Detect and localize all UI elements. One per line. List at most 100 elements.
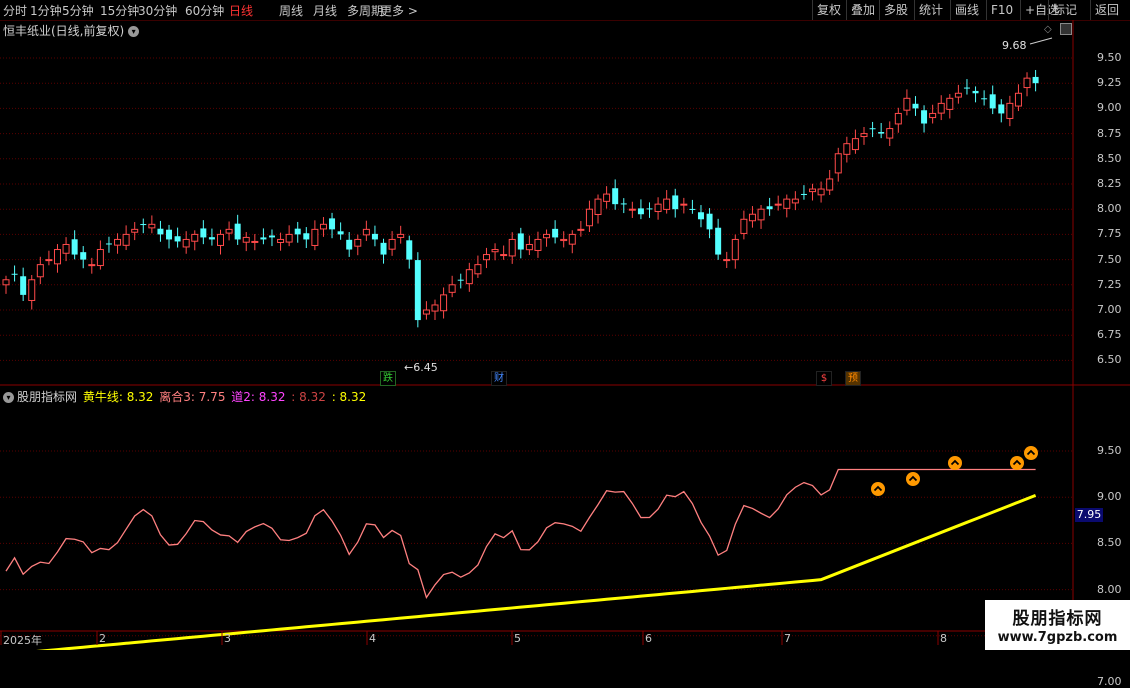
up-signal-icon xyxy=(1024,446,1038,460)
indicator-field: 离合3: 7.75 xyxy=(155,390,226,404)
candle-body xyxy=(457,279,464,281)
indicator-y-tick: 9.50 xyxy=(1097,444,1122,457)
event-badge[interactable]: 财 xyxy=(491,371,507,386)
candle-body xyxy=(774,203,782,206)
candle-body xyxy=(946,97,954,110)
candle-body xyxy=(431,304,439,312)
x-tick-label: 2025年 xyxy=(3,634,42,647)
candle-body xyxy=(663,198,671,210)
high-arrow-icon xyxy=(1029,37,1053,45)
candle-body xyxy=(268,235,275,238)
candle-body xyxy=(397,233,405,238)
candle-body xyxy=(36,264,44,278)
candle-body xyxy=(88,264,96,267)
up-signal-icon xyxy=(871,482,885,496)
candle-body xyxy=(294,228,301,235)
event-badge[interactable]: $ xyxy=(816,371,832,386)
candle-body xyxy=(277,238,285,243)
x-tick-label: 8 xyxy=(940,632,947,645)
candle-body xyxy=(80,252,87,260)
indicator-y-tick: 7.00 xyxy=(1097,675,1122,688)
event-badge[interactable]: 预 xyxy=(845,371,861,386)
candle-body xyxy=(362,228,370,236)
indicator-field: : 8.32 xyxy=(327,390,367,404)
main-grid xyxy=(0,57,1073,637)
candle-body xyxy=(912,103,919,109)
candle-body xyxy=(500,254,508,257)
candle-body xyxy=(646,208,653,210)
candle-body xyxy=(878,132,885,134)
candle-body xyxy=(465,269,473,285)
y-tick-label: 9.25 xyxy=(1097,76,1122,90)
candle-body xyxy=(71,239,78,255)
y-tick-label: 8.25 xyxy=(1097,177,1122,190)
diamond-icon[interactable]: ◇ xyxy=(1044,24,1052,35)
candle-body xyxy=(826,178,834,191)
candle-body xyxy=(800,193,807,195)
candle-body xyxy=(620,203,627,205)
event-badge[interactable]: 跌 xyxy=(380,371,396,386)
indicator-field: 黄牛线: 8.32 xyxy=(82,390,154,404)
candle-body xyxy=(131,228,139,233)
candle-body xyxy=(517,233,524,250)
indicator-title: ▾ 股朋指标网 黄牛线: 8.32 离合3: 7.75 道2: 8.32 : 8.… xyxy=(3,388,370,405)
candle-body xyxy=(577,228,585,231)
candle-body xyxy=(783,198,791,209)
candle-body xyxy=(851,138,859,151)
candle-body xyxy=(672,195,679,210)
y-tick-label: 7.75 xyxy=(1097,227,1122,241)
candle-body xyxy=(482,254,490,261)
candle-body xyxy=(20,276,27,295)
candle-body xyxy=(388,238,396,250)
candle-body xyxy=(148,223,156,229)
candle-body xyxy=(989,94,996,109)
indicator-lines xyxy=(5,468,1037,650)
x-tick-label: 7 xyxy=(784,632,791,645)
candle-body xyxy=(140,224,147,226)
kline-chart[interactable] xyxy=(0,0,1130,650)
candle-body xyxy=(766,206,773,210)
candle-body xyxy=(414,260,421,321)
candle-body xyxy=(319,223,327,230)
candle-body xyxy=(422,309,430,315)
x-tick-label: 2 xyxy=(99,632,106,645)
candle-body xyxy=(552,228,559,238)
y-tick-label: 7.00 xyxy=(1097,303,1122,316)
candle-body xyxy=(937,102,945,114)
candle-body xyxy=(122,233,130,246)
candle-body xyxy=(560,238,568,242)
x-tick-label: 6 xyxy=(645,632,652,645)
candle-body xyxy=(225,228,233,234)
panel-toggle-icon[interactable] xyxy=(1060,23,1072,35)
candle-body xyxy=(963,87,970,89)
candle-body xyxy=(731,238,739,261)
y-tick-label: 8.75 xyxy=(1097,126,1122,140)
candle-body xyxy=(680,203,688,206)
candle-body xyxy=(440,294,448,312)
candle-body xyxy=(954,92,962,98)
candle-body xyxy=(757,208,765,221)
candle-body xyxy=(809,188,817,193)
candle-body xyxy=(817,188,825,196)
yellow-ma-line xyxy=(36,493,1037,650)
candle-body xyxy=(886,128,894,139)
candle-body xyxy=(234,223,241,240)
watermark-title: 股朋指标网 xyxy=(1012,609,1103,629)
candle-body xyxy=(182,238,190,248)
candle-body xyxy=(715,227,722,255)
candle-body xyxy=(474,264,482,275)
candle-body xyxy=(1014,92,1022,107)
chevron-down-icon[interactable]: ▾ xyxy=(3,392,14,403)
candle-body xyxy=(174,236,181,242)
y-tick-label: 6.50 xyxy=(1097,353,1122,367)
candle-body xyxy=(903,97,911,111)
candle-body xyxy=(45,259,53,262)
x-tick-label: 4 xyxy=(369,632,376,645)
candle-body xyxy=(723,259,731,262)
candle-body xyxy=(585,208,593,227)
candle-body xyxy=(191,233,199,242)
candle-body xyxy=(2,279,10,286)
candle-body xyxy=(1006,102,1014,119)
candle-body xyxy=(834,153,842,174)
indicator-y-tick: 9.00 xyxy=(1097,490,1122,504)
